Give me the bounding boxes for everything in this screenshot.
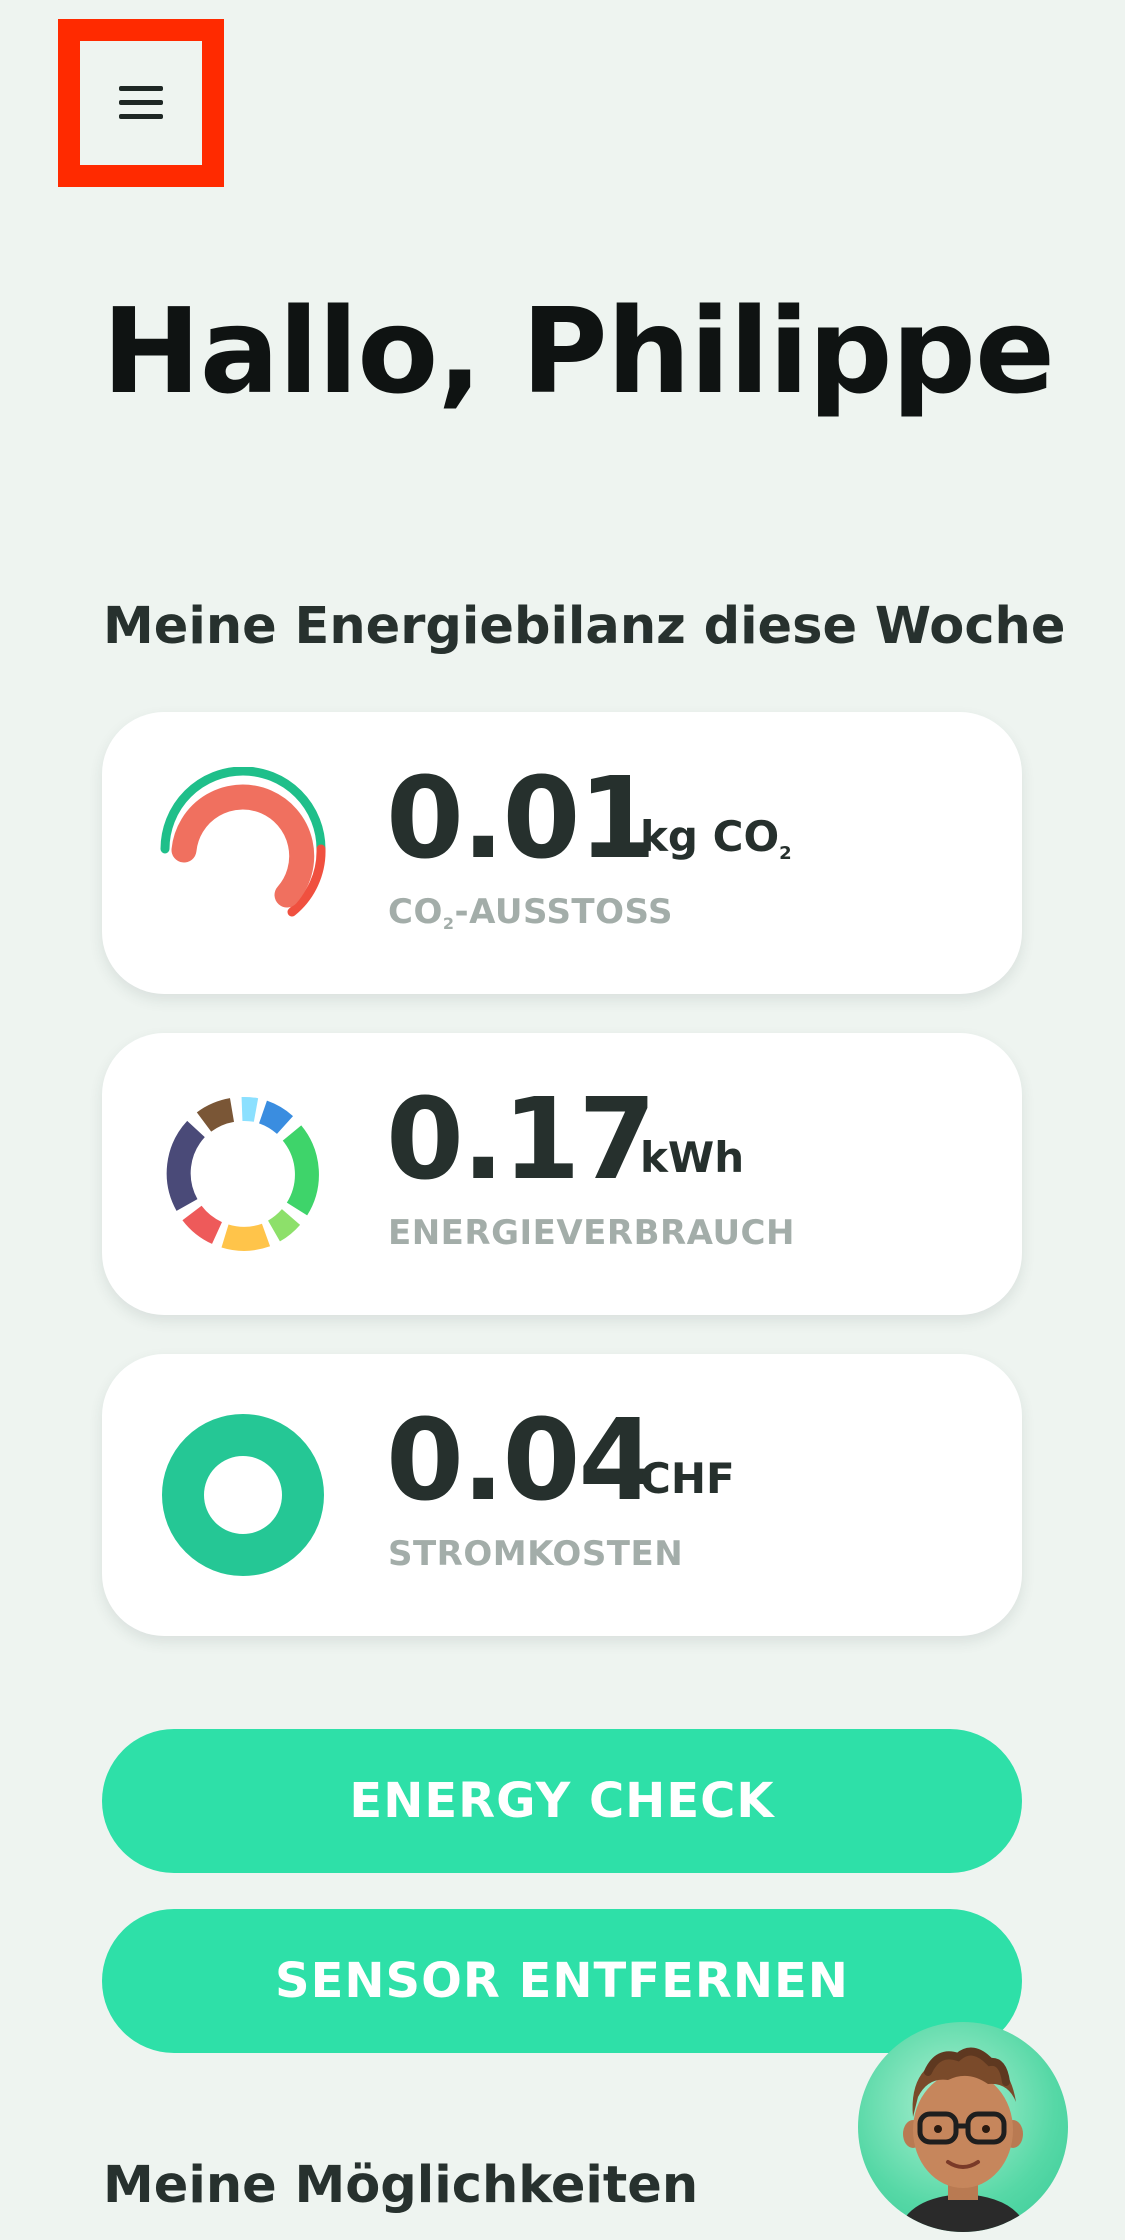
energy-section-title: Meine Energiebilanz diese Woche bbox=[103, 597, 1066, 656]
cost-value: 0.04 bbox=[386, 1396, 656, 1526]
cost-unit: CHF bbox=[640, 1454, 735, 1503]
energy-card[interactable]: 0.17 kWh ENERGIEVERBRAUCH bbox=[102, 1033, 1022, 1315]
remove-sensor-button[interactable]: SENSOR ENTFERNEN bbox=[102, 1909, 1022, 2053]
cost-label: STROMKOSTEN bbox=[388, 1534, 684, 1574]
assistant-avatar-button[interactable] bbox=[858, 2022, 1068, 2232]
menu-button[interactable] bbox=[80, 41, 202, 165]
co2-gauge-icon bbox=[160, 767, 326, 917]
co2-value: 0.01 bbox=[386, 754, 656, 884]
hamburger-menu-icon bbox=[119, 86, 163, 119]
co2-unit: kg CO2 bbox=[640, 812, 792, 864]
co2-card[interactable]: 0.01 kg CO2 CO2-AUSSTOSS bbox=[102, 712, 1022, 994]
options-section-title: Meine Möglichkeiten bbox=[103, 2156, 699, 2215]
energy-label: ENERGIEVERBRAUCH bbox=[388, 1213, 795, 1253]
energy-value: 0.17 bbox=[386, 1075, 656, 1205]
assistant-avatar-icon bbox=[898, 2047, 1028, 2232]
energy-check-button[interactable]: ENERGY CHECK bbox=[102, 1729, 1022, 1873]
page-title: Hallo, Philippe bbox=[102, 282, 1055, 420]
cost-card[interactable]: 0.04 CHF STROMKOSTEN bbox=[102, 1354, 1022, 1636]
energy-segments-donut-icon bbox=[166, 1096, 319, 1251]
cost-donut-icon bbox=[162, 1414, 324, 1576]
co2-label: CO2-AUSSTOSS bbox=[388, 892, 673, 933]
energy-unit: kWh bbox=[640, 1133, 745, 1182]
